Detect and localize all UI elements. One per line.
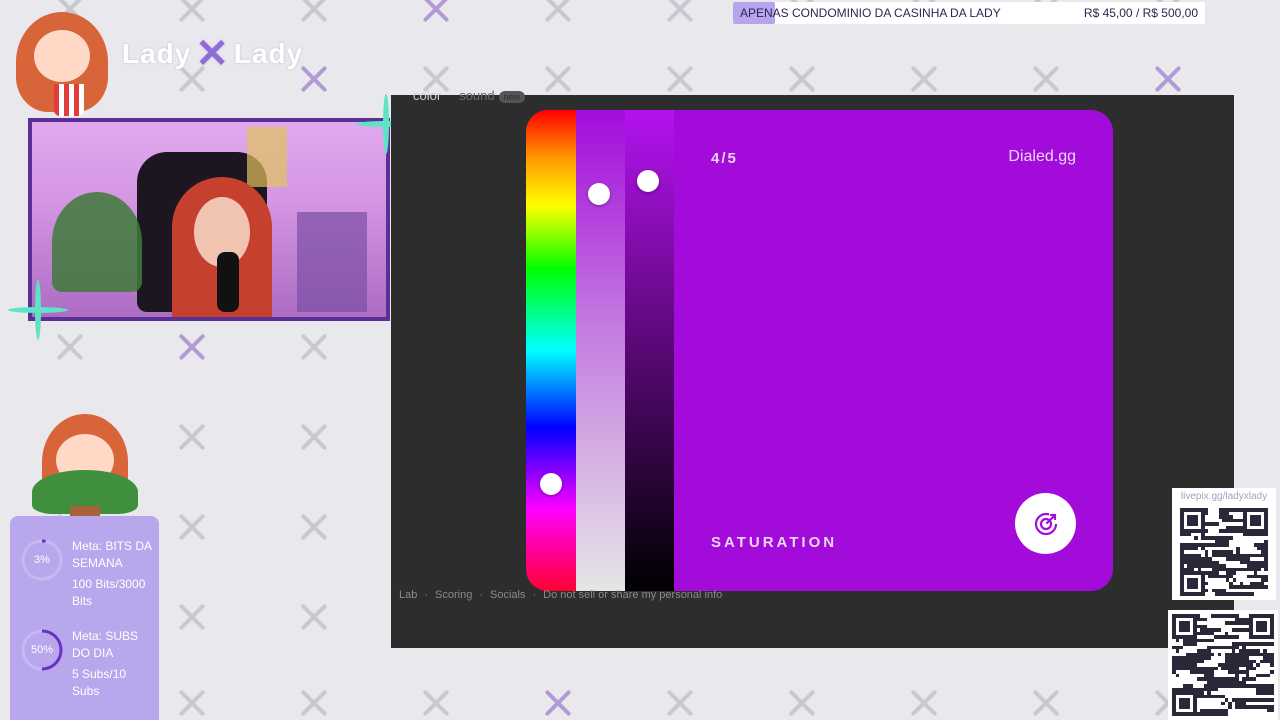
ticker-amount: R$ 45,00 / R$ 500,00 <box>1083 6 1198 20</box>
x-pattern-icon <box>1029 686 1063 720</box>
round-counter: 4/5 <box>711 150 738 167</box>
x-pattern-icon <box>175 600 209 634</box>
x-pattern-icon <box>175 0 209 26</box>
qr-module <box>1270 712 1274 716</box>
x-pattern-icon <box>663 686 697 720</box>
webcam-frame <box>28 118 390 321</box>
hue-slider[interactable] <box>526 110 576 591</box>
bits-title: Meta: BITS DA SEMANA <box>72 539 152 570</box>
x-pattern-icon <box>297 0 331 26</box>
site-name[interactable]: Dialed.gg <box>1008 148 1076 166</box>
chibi-popcorn-avatar <box>10 8 114 120</box>
x-pattern-icon <box>541 686 575 720</box>
ticker-message: APENAS CONDOMINIO DA CASINHA DA LADY <box>740 6 1001 20</box>
second-qr-card <box>1168 610 1278 720</box>
subs-title: Meta: SUBS DO DIA <box>72 629 139 660</box>
x-pattern-icon <box>175 330 209 364</box>
brand-left: Lady <box>122 38 192 69</box>
bits-detail: 100 Bits/3000 Bits <box>72 577 146 608</box>
livepix-qr-card: livepix.gg/ladyxlady <box>1172 488 1276 600</box>
qr-code-icon <box>1180 508 1268 596</box>
x-pattern-icon <box>785 62 819 96</box>
tab-sound[interactable]: sound new <box>459 88 526 103</box>
game-nav: color sound new <box>413 88 526 103</box>
footer-link-scoring[interactable]: Scoring <box>435 589 472 601</box>
x-pattern-icon <box>297 330 331 364</box>
color-game-card: 4/5 Dialed.gg SATURATION <box>526 110 1113 591</box>
footer-link-socials[interactable]: Socials <box>490 589 525 601</box>
x-pattern-icon <box>175 510 209 544</box>
x-pattern-icon <box>297 420 331 454</box>
footer-link-privacy[interactable]: Do not sell or share my personal info <box>543 589 722 601</box>
x-pattern-icon <box>175 420 209 454</box>
x-pattern-icon <box>1151 62 1185 96</box>
x-pattern-icon <box>1029 62 1063 96</box>
footer-separator: · <box>424 589 429 601</box>
x-pattern-icon <box>419 686 453 720</box>
footer-separator: · <box>532 589 537 601</box>
bits-percent: 3% <box>34 553 50 566</box>
parameter-label: SATURATION <box>711 534 838 551</box>
brand-x-icon: ✕ <box>195 32 230 76</box>
saturation-slider[interactable] <box>576 110 625 591</box>
x-pattern-icon <box>297 510 331 544</box>
x-pattern-icon <box>907 686 941 720</box>
x-pattern-icon <box>663 0 697 26</box>
qr-module <box>1264 592 1268 596</box>
footer-links: Lab · Scoring · Socials · Do not sell or… <box>399 589 722 601</box>
bits-progress-ring: 3% <box>20 538 64 582</box>
qr-code-icon <box>1172 614 1274 716</box>
goals-widget: 3% Meta: BITS DA SEMANA 100 Bits/3000 Bi… <box>10 516 159 720</box>
x-pattern-icon <box>663 62 697 96</box>
bits-goal: 3% Meta: BITS DA SEMANA 100 Bits/3000 Bi… <box>20 538 156 610</box>
webcam-feed <box>32 122 386 317</box>
x-pattern-icon <box>297 686 331 720</box>
new-badge: new <box>498 91 526 103</box>
subs-progress-ring: 50% <box>20 628 64 672</box>
sparkle-icon <box>8 280 60 340</box>
hue-slider-handle[interactable] <box>540 472 562 495</box>
x-pattern-icon <box>541 0 575 26</box>
x-pattern-icon <box>785 686 819 720</box>
submit-button[interactable] <box>1015 493 1076 554</box>
qr-caption: livepix.gg/ladyxlady <box>1180 491 1268 502</box>
popcorn-icon <box>54 84 84 116</box>
subs-goal: 50% Meta: SUBS DO DIA 5 Subs/10 Subs <box>20 628 152 700</box>
x-pattern-icon <box>419 0 453 26</box>
footer-link-lab[interactable]: Lab <box>399 589 417 601</box>
brand-logo: Lady ✕ Lady <box>122 34 303 74</box>
x-pattern-icon <box>541 62 575 96</box>
brand-right: Lady <box>233 38 304 69</box>
brightness-slider-handle[interactable] <box>637 169 659 192</box>
tab-sound-label: sound <box>459 88 495 103</box>
submit-target-icon <box>1034 512 1057 535</box>
x-pattern-icon <box>907 62 941 96</box>
x-pattern-icon <box>175 686 209 720</box>
x-pattern-icon <box>53 330 87 364</box>
donation-goal-ticker: APENAS CONDOMINIO DA CASINHA DA LADY R$ … <box>733 2 1205 24</box>
subs-percent: 50% <box>30 643 54 656</box>
footer-separator: · <box>479 589 483 601</box>
chibi-plant-avatar <box>30 410 140 530</box>
x-pattern-icon <box>297 600 331 634</box>
tab-color[interactable]: color <box>413 88 441 103</box>
subs-detail: 5 Subs/10 Subs <box>72 667 127 698</box>
